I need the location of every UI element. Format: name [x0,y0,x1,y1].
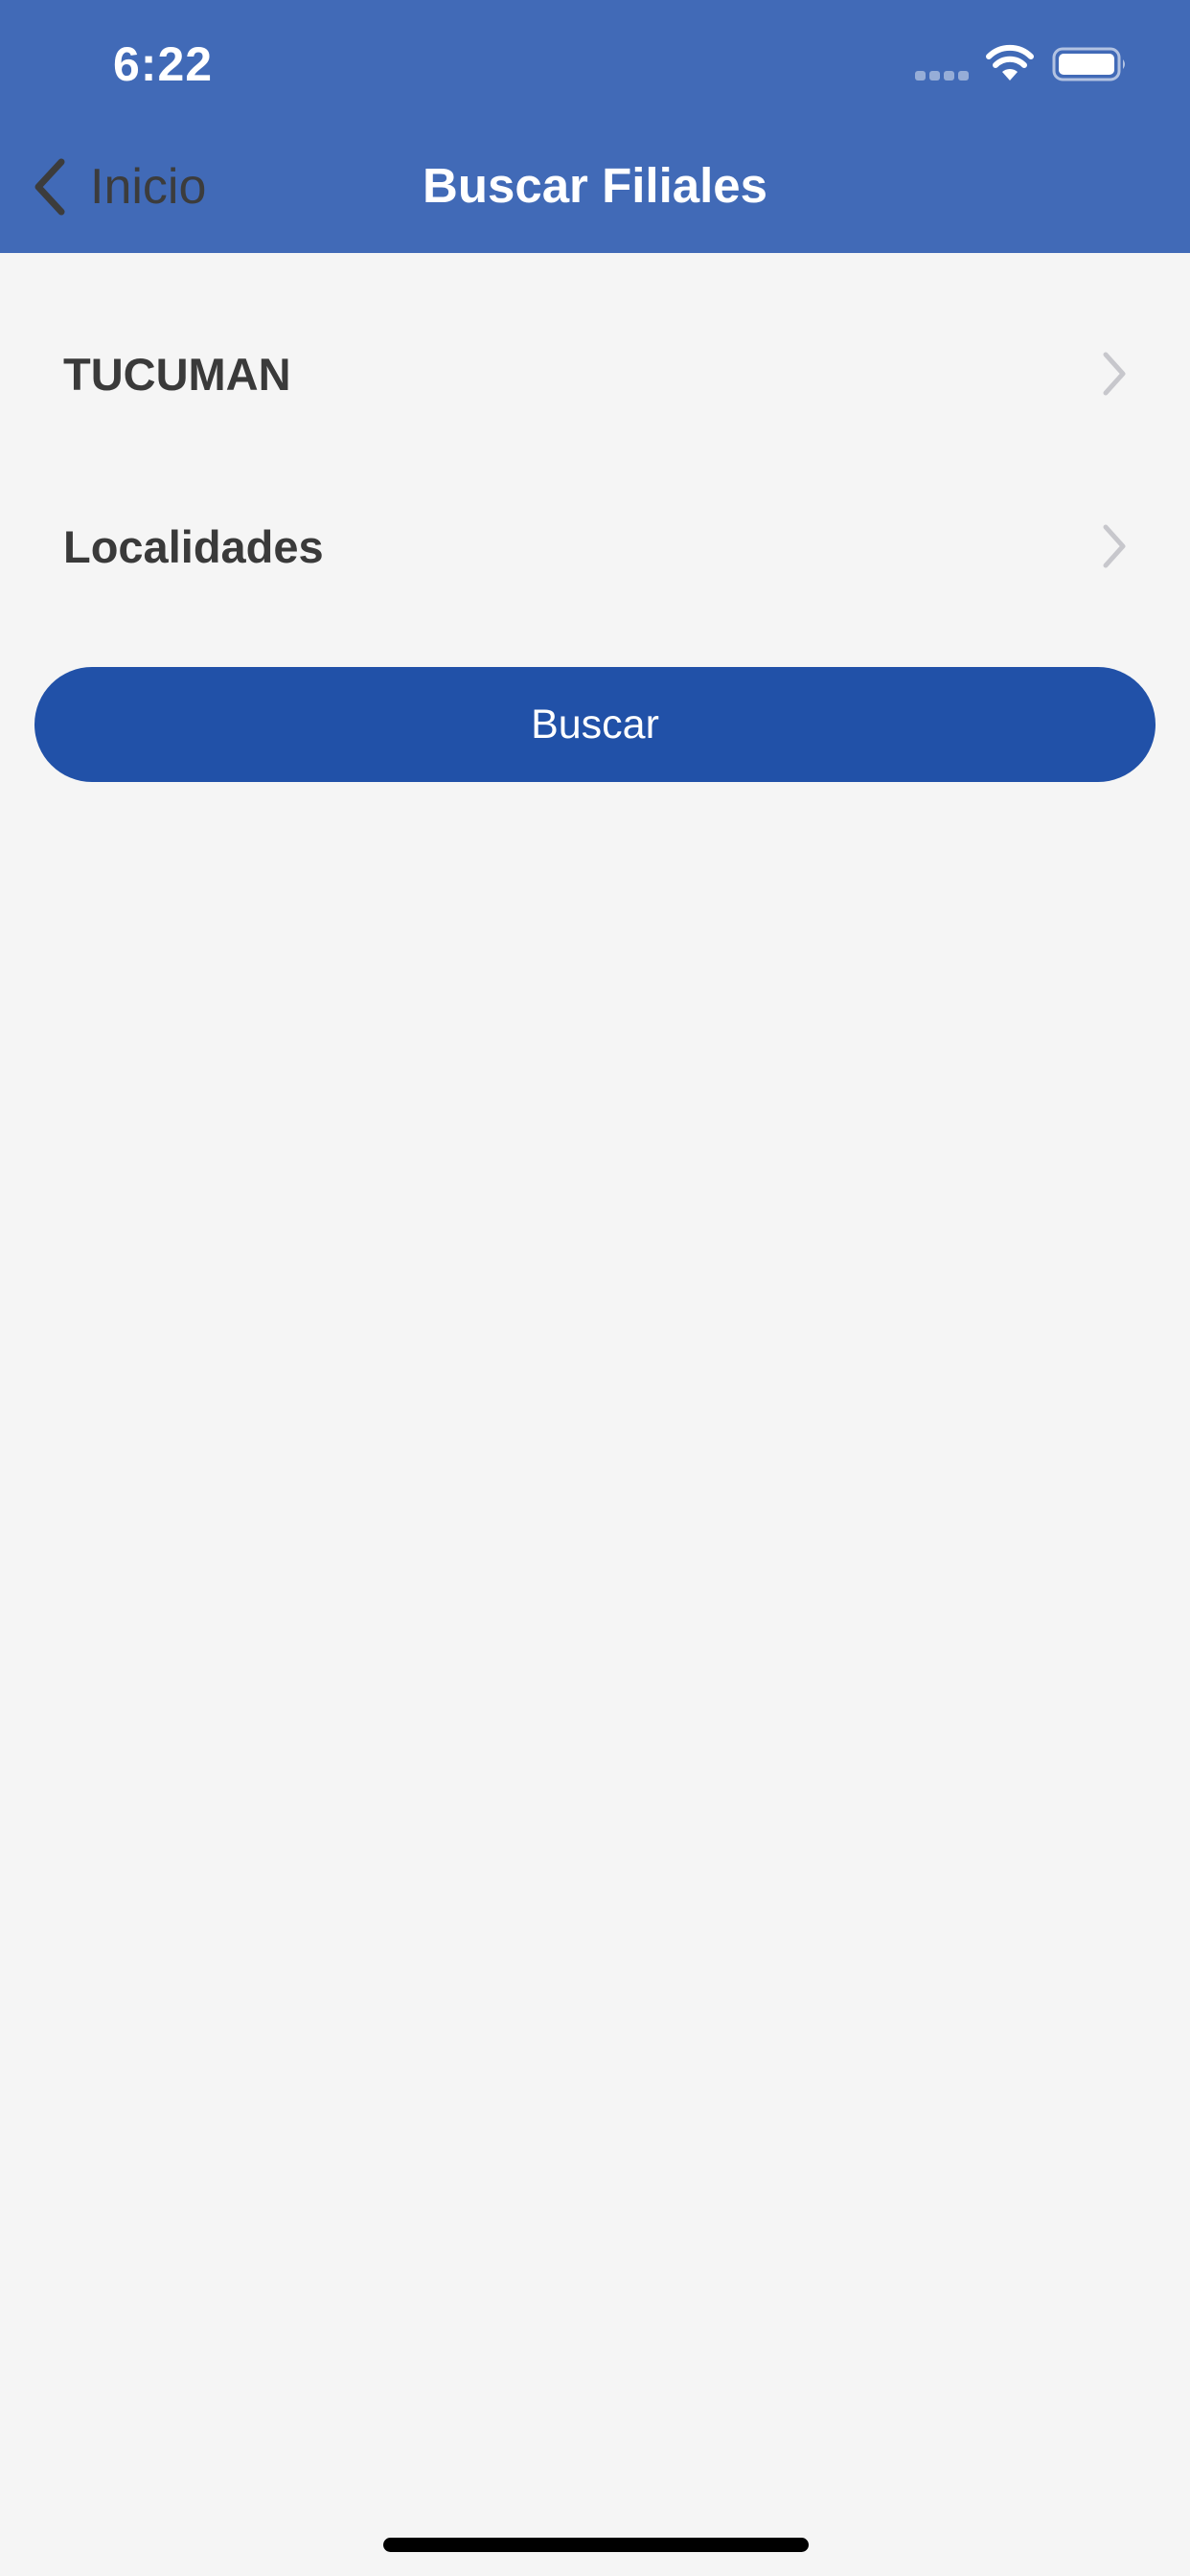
search-button[interactable]: Buscar [34,667,1156,782]
chevron-right-icon [1103,352,1126,396]
cellular-signal-icon [915,71,971,80]
status-time: 6:22 [113,37,214,91]
header-bar: 6:22 Inicio Buscar Filiales [0,0,1190,253]
home-indicator[interactable] [383,2538,809,2552]
battery-icon [1052,47,1125,81]
filter-row-localidades[interactable]: Localidades [0,460,1190,632]
chevron-right-icon [1103,524,1126,568]
page-title: Buscar Filiales [422,158,767,213]
filter-row-label: Localidades [63,520,324,572]
filter-row-label: TUCUMAN [63,348,291,400]
app-screen: 6:22 Inicio Buscar Filiales TUCUMAN Loca… [0,0,1190,2576]
wifi-icon [986,44,1034,80]
filter-row-province[interactable]: TUCUMAN [0,288,1190,460]
